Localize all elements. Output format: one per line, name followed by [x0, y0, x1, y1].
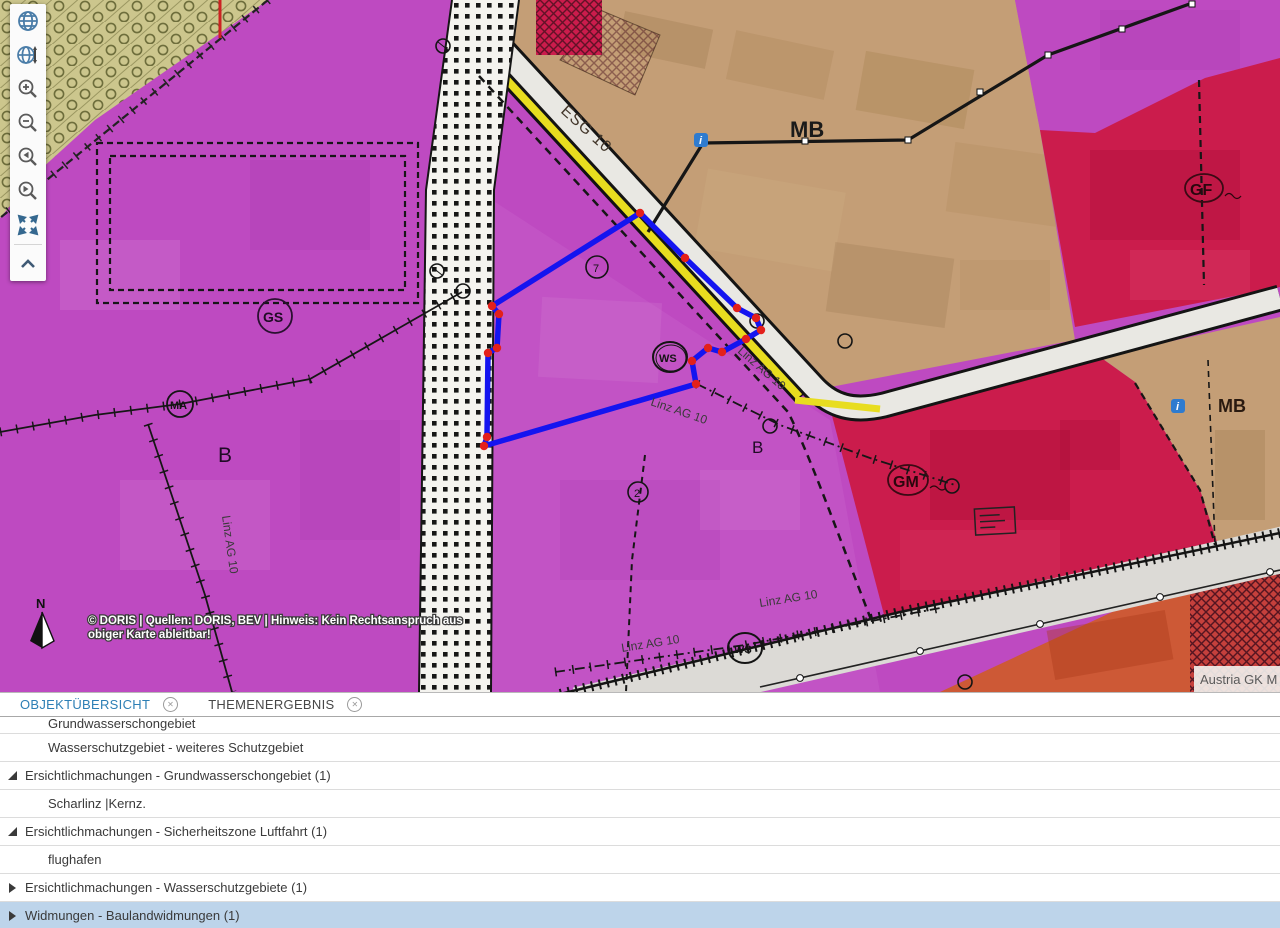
panel-tabbar: OBJEKTÜBERSICHT THEMENERGEBNIS [0, 693, 1280, 717]
tree-item-label: flughafen [48, 852, 102, 867]
tree-item-label: Grundwasserschongebiet [48, 717, 195, 731]
svg-text:obiger Karte ableitbar!: obiger Karte ableitbar! [88, 629, 211, 641]
zoom-out-icon[interactable] [10, 106, 46, 140]
tree-group-wasserschutzgebiete[interactable]: Ersichtlichmachungen - Wasserschutzgebie… [0, 873, 1280, 901]
toolbar-divider [14, 244, 42, 245]
texture [1100, 10, 1240, 70]
next-extent-icon[interactable] [10, 174, 46, 208]
crimson-hatched-block [536, 0, 602, 55]
zoom-in-icon[interactable] [10, 72, 46, 106]
globe-pan-icon[interactable] [10, 38, 46, 72]
label-mb-right: MB [1218, 396, 1246, 416]
tree-item-scharlinz[interactable]: Scharlinz |Kernz. [0, 789, 1280, 817]
tree-item-wasserschutzgebiet[interactable]: Wasserschutzgebiet - weiteres Schutzgebi… [0, 733, 1280, 761]
tab-label: OBJEKTÜBERSICHT [20, 697, 150, 712]
expander-icon[interactable] [8, 771, 17, 780]
label-ws-2: WS [734, 644, 752, 656]
tree-group-label: Widmungen - Baulandwidmungen (1) [25, 908, 240, 923]
globe-icon[interactable] [10, 4, 46, 38]
label-mb-top: MB [790, 117, 824, 142]
info-icon-2[interactable]: i [1171, 399, 1185, 413]
tree-group-label: Ersichtlichmachungen - Wasserschutzgebie… [25, 880, 307, 895]
expander-icon[interactable] [8, 827, 17, 836]
collapse-toolbar-icon[interactable] [10, 247, 46, 281]
svg-text:© DORIS | Quellen: DORIS, BEV: © DORIS | Quellen: DORIS, BEV | Hinweis:… [88, 615, 463, 627]
label-num2: 2 [634, 488, 640, 500]
app-window: ESG 10 MB MB GF GM GS MA B B WS WS 7 [0, 0, 1280, 928]
label-gf: GF [1190, 182, 1212, 199]
label-gm: GM [893, 474, 919, 491]
label-ws-1: WS [659, 353, 677, 365]
map-viewport[interactable]: ESG 10 MB MB GF GM GS MA B B WS WS 7 [0, 0, 1280, 692]
tab-label: THEMENERGEBNIS [208, 697, 334, 712]
tree-group-label: Ersichtlichmachungen - Grundwasserschong… [25, 768, 331, 783]
svg-text:Austria GK M: Austria GK M [1200, 672, 1277, 687]
close-icon[interactable] [163, 697, 178, 712]
previous-extent-icon[interactable] [10, 140, 46, 174]
tab-objektuebersicht[interactable]: OBJEKTÜBERSICHT [20, 697, 178, 712]
info-icon-1[interactable]: i [694, 133, 708, 147]
expander-icon[interactable] [8, 911, 17, 920]
label-b-center: B [752, 438, 763, 457]
tree-item-flughafen[interactable]: flughafen [0, 845, 1280, 873]
tree-item-grundwasserschongebiet[interactable]: Grundwasserschongebiet [0, 717, 1280, 733]
tree-group-baulandwidmungen[interactable]: Widmungen - Baulandwidmungen (1) [0, 901, 1280, 928]
expander-icon[interactable] [8, 883, 17, 892]
label-gs: GS [263, 309, 283, 325]
scale-label-bar: Austria GK M [1194, 666, 1280, 692]
map-toolbar [10, 4, 46, 281]
result-tree: Grundwasserschongebiet Wasserschutzgebie… [0, 717, 1280, 928]
tree-group-sicherheitszone[interactable]: Ersichtlichmachungen - Sicherheitszone L… [0, 817, 1280, 845]
results-panel: OBJEKTÜBERSICHT THEMENERGEBNIS Grundwass… [0, 692, 1280, 928]
tree-item-label: Wasserschutzgebiet - weiteres Schutzgebi… [48, 740, 303, 755]
tree-group-label: Ersichtlichmachungen - Sicherheitszone L… [25, 824, 327, 839]
label-num7: 7 [593, 263, 599, 275]
label-ma: MA [170, 400, 187, 412]
tree-item-label: Scharlinz |Kernz. [48, 796, 146, 811]
close-icon[interactable] [347, 697, 362, 712]
label-b-left: B [218, 444, 232, 467]
zoning-map[interactable]: ESG 10 MB MB GF GM GS MA B B WS WS 7 [0, 0, 1280, 692]
full-extent-icon[interactable] [10, 208, 46, 242]
svg-text:N: N [36, 596, 45, 611]
tab-themenergebnis[interactable]: THEMENERGEBNIS [208, 697, 362, 712]
tree-group-grundwasserschongebiet[interactable]: Ersichtlichmachungen - Grundwasserschong… [0, 761, 1280, 789]
